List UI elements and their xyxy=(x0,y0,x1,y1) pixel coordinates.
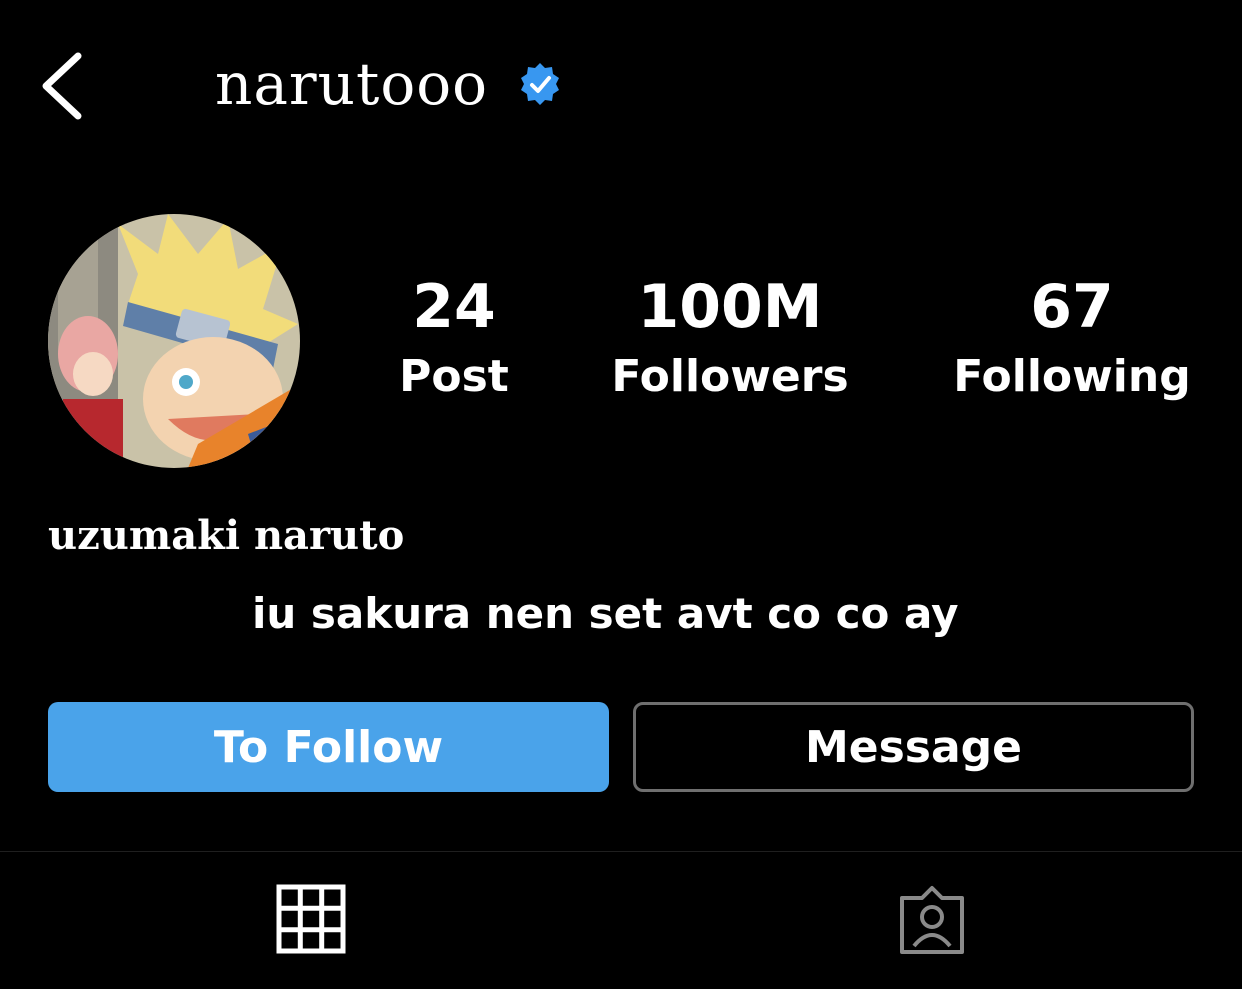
following-stat[interactable]: 67 Following xyxy=(940,272,1204,412)
posts-stat[interactable]: 24 Post xyxy=(388,272,520,412)
followers-label: Followers xyxy=(611,351,849,402)
following-count: 67 xyxy=(1030,272,1114,342)
back-button[interactable] xyxy=(38,48,94,124)
profile-bio: iu sakura nen set avt co co ay xyxy=(252,589,959,638)
posts-count: 24 xyxy=(412,272,496,342)
message-button[interactable]: Message xyxy=(633,702,1194,792)
tagged-person-icon xyxy=(900,886,964,954)
tab-tagged[interactable] xyxy=(896,884,968,956)
avatar[interactable] xyxy=(48,214,300,468)
profile-full-name: uzumaki naruto xyxy=(48,512,405,559)
followers-stat[interactable]: 100M Followers xyxy=(598,272,862,412)
posts-label: Post xyxy=(399,351,509,402)
chevron-left-icon xyxy=(42,52,82,120)
tab-posts-grid[interactable] xyxy=(276,884,346,954)
follow-button[interactable]: To Follow xyxy=(48,702,609,792)
tab-divider xyxy=(0,851,1242,852)
following-label: Following xyxy=(953,351,1191,402)
profile-username: narutooo xyxy=(215,50,489,118)
verified-badge-icon xyxy=(518,62,562,106)
followers-count: 100M xyxy=(637,272,823,342)
grid-icon xyxy=(276,884,346,954)
